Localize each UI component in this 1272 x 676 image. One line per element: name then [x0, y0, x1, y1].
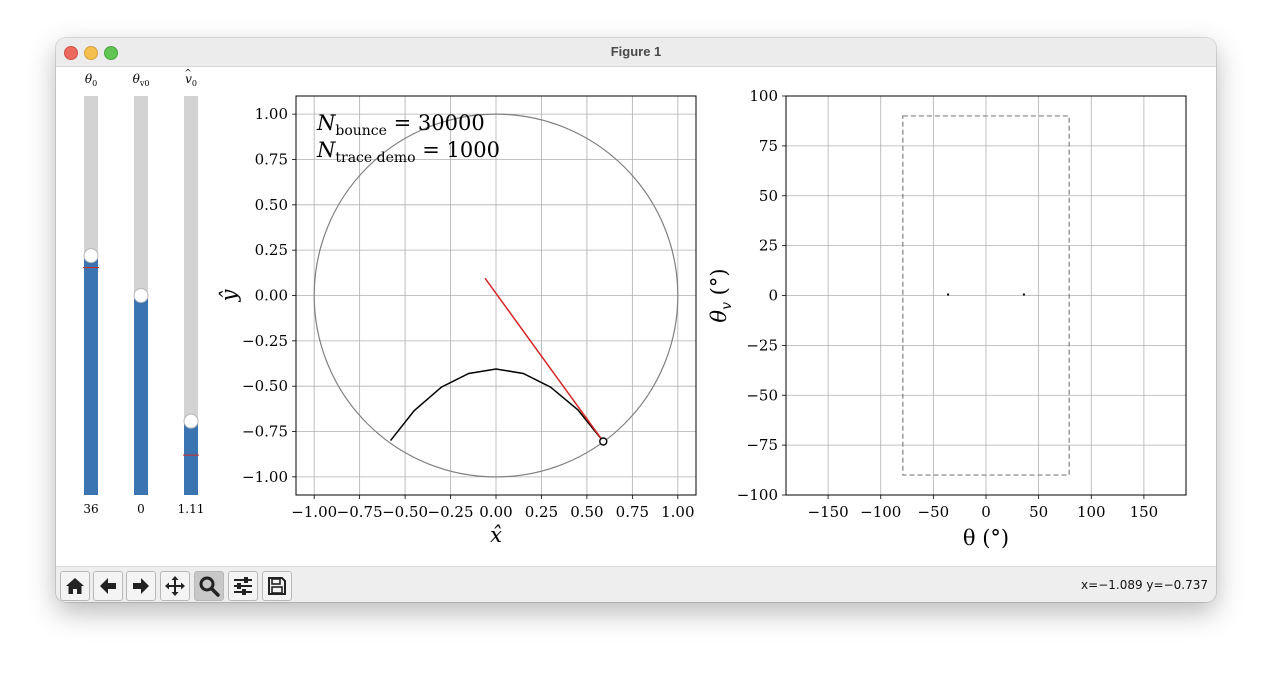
slider-handle[interactable] [183, 413, 199, 429]
billiard-x-tick-label: 0.75 [616, 503, 649, 521]
home-button[interactable] [60, 571, 90, 601]
phase-x-tick-label: −50 [918, 503, 950, 521]
billiard-x-axis-label: x̂ [490, 523, 502, 547]
billiard-x-tick-label: −0.50 [382, 503, 428, 521]
home-icon [66, 578, 84, 594]
billiard-y-tick-label: 0.00 [255, 287, 288, 305]
figure-canvas: θ036θv00v0^1.11 −1.00 −0.75 −0.50 −0.25 0.00 0… [83, 69, 1187, 550]
billiard-y-tick-label: 0.25 [255, 241, 288, 259]
billiard-y-tick-label: 1.00 [255, 105, 288, 123]
back-arrow-icon [100, 578, 116, 594]
billiard-y-tick-label: −1.00 [242, 468, 288, 486]
save-button[interactable] [262, 571, 292, 601]
slider-fill [184, 421, 198, 495]
slider-label: θ0 [85, 72, 97, 88]
phase-y-tick-label: −50 [746, 386, 778, 404]
phase-x-tick-label: 100 [1077, 503, 1106, 521]
billiard-x-tick-label: 0.25 [525, 503, 558, 521]
window-title: Figure 1 [610, 44, 662, 59]
slider-value: 0 [137, 502, 145, 516]
phase-y-tick-label: 50 [759, 187, 778, 205]
pan-icon [165, 576, 185, 596]
phase-x-tick-label: 50 [1029, 503, 1048, 521]
figure-window: Figure 1 θ0 36 θv0 0 v0 ^ 1.11 −1.00 −0.75 −0.50−… [56, 38, 1216, 602]
billiard-x-tick-label: 0.00 [479, 503, 512, 521]
billiard-x-tick-label: 0.50 [570, 503, 603, 521]
back-button[interactable] [93, 571, 123, 601]
zoom-button[interactable] [194, 571, 224, 601]
billiard-x-tick-label: 1.00 [661, 503, 694, 521]
phase-point [947, 293, 950, 296]
phase-y-tick-label: −75 [746, 436, 778, 454]
phase-y-tick-label: 75 [759, 137, 778, 155]
title-bar: Figure 1 [56, 38, 1216, 67]
billiard-x-tick-label: −0.25 [428, 503, 474, 521]
slider-value: 36 [83, 502, 98, 516]
billiard-x-tick-label: −0.75 [337, 503, 383, 521]
phase-point [1022, 293, 1025, 296]
configure-subplots-icon [234, 577, 252, 595]
phase-y-tick-label: 25 [759, 237, 778, 255]
save-icon [268, 577, 286, 595]
slider-1[interactable] [133, 96, 149, 495]
phase-x-tick-label: −150 [808, 503, 849, 521]
slider-fill [84, 255, 98, 495]
slider-2[interactable] [183, 96, 199, 495]
pan-button[interactable] [160, 571, 190, 601]
slider-handle[interactable] [133, 288, 149, 303]
phase-y-tick-label: −25 [746, 336, 778, 354]
billiard-y-axis-label: ŷ [217, 288, 241, 302]
cursor-coordinates: x=−1.089 y=−0.737 [1081, 578, 1208, 592]
phase-y-tick-label: 0 [768, 287, 778, 305]
billiard-y-tick-label: −0.75 [242, 423, 288, 441]
zoom-icon [199, 576, 220, 597]
phase-y-axis-label: θv (°) [707, 268, 735, 322]
ball-marker [599, 437, 608, 446]
phase-x-tick-label: 150 [1130, 503, 1159, 521]
phase-y-tick-label: −100 [737, 486, 778, 504]
navigation-toolbar: x=−1.089 y=−0.737 [56, 566, 1216, 602]
phase-x-axis-label: θ (°) [963, 526, 1009, 550]
forward-button[interactable] [126, 571, 156, 601]
phase-x-tick-label: 0 [981, 503, 991, 521]
forward-arrow-icon [133, 578, 149, 594]
slider-handle[interactable] [83, 248, 99, 264]
slider-label: θv0 [133, 72, 150, 88]
slider-value: 1.11 [178, 502, 205, 516]
billiard-y-tick-label: 0.75 [255, 150, 288, 168]
billiard-y-tick-label: −0.25 [242, 332, 288, 350]
slider-0[interactable] [83, 96, 99, 495]
slider-label-hat: ^ [184, 69, 192, 79]
phase-y-tick-label: 100 [749, 87, 778, 105]
billiard-x-tick-label: −1.00 [291, 503, 337, 521]
billiard-y-tick-label: −0.50 [242, 377, 288, 395]
billiard-y-tick-label: 0.50 [255, 196, 288, 214]
phase-x-tick-label: −100 [860, 503, 901, 521]
slider-fill [134, 295, 148, 495]
configure-subplots-button[interactable] [228, 571, 258, 601]
